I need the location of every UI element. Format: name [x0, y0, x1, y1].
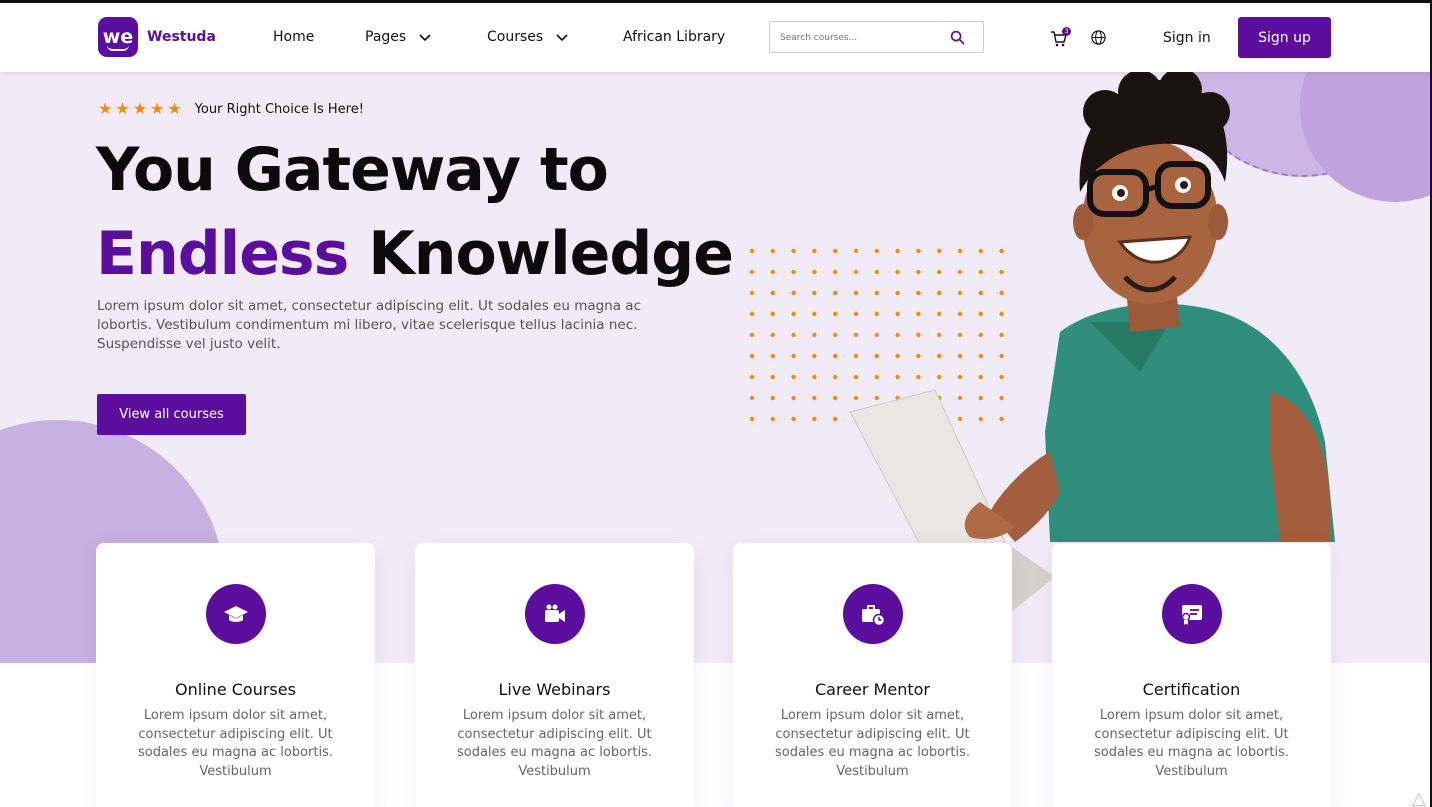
pattern-dot — [833, 248, 838, 254]
pattern-dot — [833, 374, 838, 380]
pattern-dot — [770, 332, 775, 338]
pattern-dot — [770, 269, 775, 275]
feature-title: Live Webinars — [498, 680, 611, 699]
feature-card-online-courses[interactable]: Online Courses Lorem ipsum dolor sit ame… — [96, 543, 375, 807]
feature-description: Lorem ipsum dolor sit amet, consectetur … — [456, 708, 653, 779]
feature-title: Certification — [1142, 680, 1241, 699]
sign-up-button[interactable]: Sign up — [1238, 17, 1331, 58]
feature-description: Lorem ipsum dolor sit amet, consectetur … — [1093, 708, 1290, 779]
star-icon: ★ — [132, 99, 148, 118]
pattern-dot — [749, 269, 755, 275]
briefcase-clock-icon — [843, 584, 903, 644]
pattern-dot — [791, 269, 796, 275]
pattern-dot — [812, 416, 817, 422]
feature-card-career-mentor[interactable]: Career Mentor Lorem ipsum dolor sit amet… — [733, 543, 1012, 807]
feature-card-live-webinars[interactable]: Live Webinars Lorem ipsum dolor sit amet… — [415, 543, 694, 807]
chevron-down-icon — [419, 34, 431, 42]
pattern-dot — [812, 332, 817, 338]
nav-link-african-library[interactable]: African Library — [623, 29, 725, 45]
search-box — [769, 21, 984, 53]
top-navbar: we Westuda Home Pages Courses African Li… — [0, 3, 1430, 72]
pattern-dot — [749, 311, 755, 317]
feature-card-certification[interactable]: Certification Lorem ipsum dolor sit amet… — [1052, 543, 1331, 807]
pattern-dot — [791, 332, 796, 338]
pattern-dot — [812, 395, 817, 401]
nav-link-courses[interactable]: Courses — [487, 29, 569, 45]
rating-row: ★ ★ ★ ★ ★ Your Right Choice Is Here! — [98, 101, 364, 117]
pattern-dot — [770, 395, 775, 401]
pattern-dot — [812, 269, 817, 275]
hero-description: Lorem ipsum dolor sit amet, consectetur … — [97, 298, 642, 352]
pattern-dot — [770, 374, 775, 380]
headline-rest: Knowledge — [368, 219, 734, 289]
video-camera-icon — [525, 584, 585, 644]
pattern-dot — [812, 374, 817, 380]
search-input[interactable] — [780, 28, 940, 48]
sign-in-link[interactable]: Sign in — [1163, 30, 1211, 46]
pattern-dot — [791, 248, 796, 254]
pattern-dot — [749, 374, 755, 380]
nav-link-pages[interactable]: Pages — [365, 29, 432, 45]
pattern-dot — [749, 248, 755, 254]
hero-headline: You Gateway to Endless Knowledge — [96, 128, 734, 296]
pattern-dot — [791, 311, 796, 317]
pattern-dot — [791, 395, 796, 401]
pattern-dot — [791, 290, 796, 296]
star-icon: ★ — [98, 99, 113, 118]
star-icon: ★ — [150, 99, 165, 118]
pattern-dot — [833, 416, 838, 422]
feature-title: Online Courses — [175, 680, 296, 699]
pattern-dot — [833, 311, 838, 317]
hero-tagline: Your Right Choice Is Here! — [194, 101, 364, 117]
pattern-dot — [833, 332, 838, 338]
graduation-cap-icon — [206, 584, 266, 644]
cart-count-badge: 3 — [1062, 27, 1071, 36]
pattern-dot — [791, 374, 796, 380]
pattern-dot — [833, 353, 838, 359]
pattern-dot — [770, 416, 775, 422]
pattern-dot — [770, 353, 775, 359]
pattern-dot — [770, 311, 775, 317]
nav-link-home[interactable]: Home — [273, 29, 314, 45]
brand-name: Westuda — [147, 29, 216, 45]
pattern-dot — [812, 290, 817, 296]
pattern-dot — [770, 290, 775, 296]
pattern-dot — [812, 353, 817, 359]
corner-glyph: △ — [1412, 788, 1426, 807]
globe-icon[interactable] — [1090, 29, 1107, 46]
search-icon[interactable] — [950, 30, 965, 45]
pattern-dot — [749, 332, 755, 338]
pattern-dot — [749, 416, 755, 422]
feature-title: Career Mentor — [815, 680, 930, 699]
pattern-dot — [791, 353, 796, 359]
pattern-dot — [812, 311, 817, 317]
feature-description: Lorem ipsum dolor sit amet, consectetur … — [137, 708, 334, 779]
pattern-dot — [749, 395, 755, 401]
headline-accent: Endless — [96, 219, 349, 289]
pattern-dot — [749, 353, 755, 359]
pattern-dot — [812, 248, 817, 254]
feature-description: Lorem ipsum dolor sit amet, consectetur … — [774, 708, 971, 779]
pattern-dot — [833, 290, 838, 296]
pattern-dot — [833, 269, 838, 275]
star-icon: ★ — [167, 99, 182, 118]
logo-mark-icon: we — [98, 17, 138, 57]
chevron-down-icon — [556, 34, 568, 42]
pattern-dot — [770, 248, 775, 254]
pattern-dot — [749, 290, 755, 296]
view-all-courses-button[interactable]: View all courses — [97, 394, 246, 435]
brand-logo[interactable]: we Westuda — [98, 17, 216, 57]
star-icon: ★ — [115, 99, 130, 118]
window-frame-top — [0, 0, 1432, 3]
headline-line-1: You Gateway to — [96, 135, 609, 205]
pattern-dot — [791, 416, 796, 422]
certificate-icon — [1162, 584, 1222, 644]
pattern-dot — [833, 395, 838, 401]
